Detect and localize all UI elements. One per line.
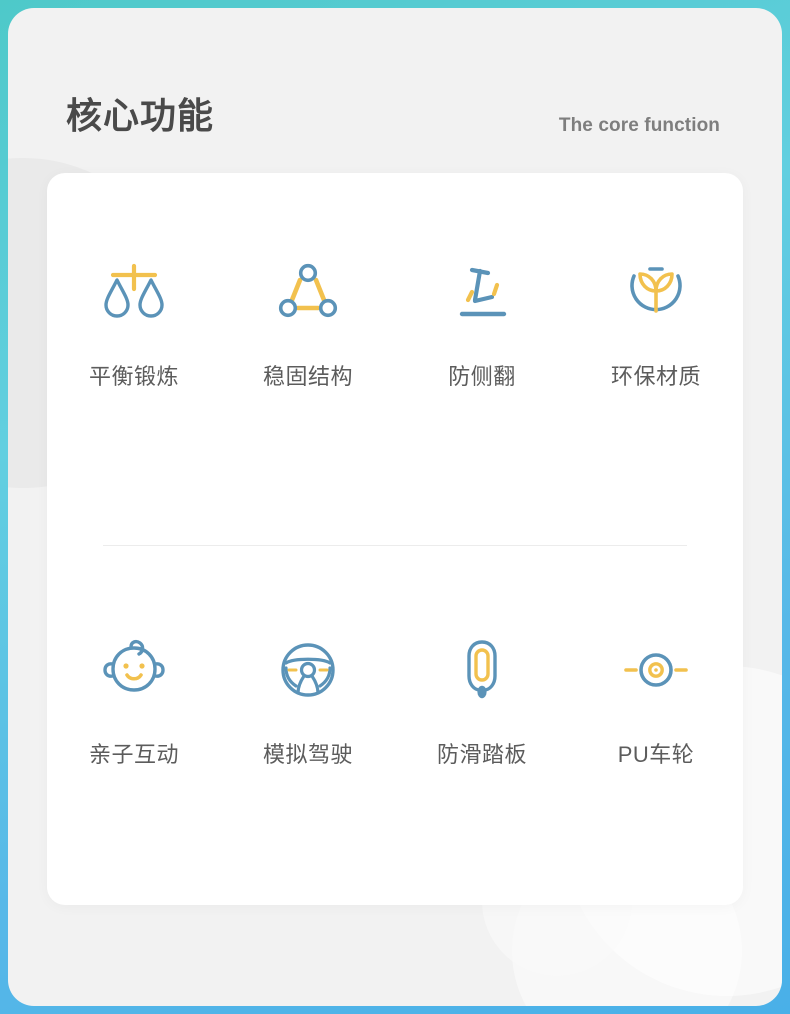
feature-divider [103, 545, 687, 546]
page-header: 核心功能 The core function [8, 8, 782, 173]
feature-item-anti-rollover[interactable]: 防侧翻 [395, 253, 569, 391]
feature-row-2: 亲子互动 模拟驾驶 防滑踏板 PU车轮 [47, 631, 743, 769]
feature-label: 防滑踏板 [436, 742, 527, 767]
feature-label: 平衡锻炼 [88, 364, 179, 389]
feature-item-simulated-driving[interactable]: 模拟驾驶 [221, 631, 395, 769]
balance-scale-icon [95, 253, 173, 331]
feature-item-balance[interactable]: 平衡锻炼 [47, 253, 221, 391]
feature-label: 稳固结构 [262, 364, 353, 389]
feature-card: 平衡锻炼 稳固结构 防侧翻 环保材质 亲子互动 模拟驾驶 防滑踏板 PU车轮 [47, 173, 743, 905]
feature-item-anti-slip-pedal[interactable]: 防滑踏板 [395, 631, 569, 769]
page-panel: 核心功能 The core function 平衡锻炼 稳固结构 防侧翻 环保材… [8, 8, 782, 1006]
triangle-structure-icon [269, 253, 347, 331]
feature-label: 亲子互动 [88, 742, 179, 767]
eco-sprout-icon [617, 253, 695, 331]
steering-wheel-icon [269, 631, 347, 709]
baby-face-icon [95, 631, 173, 709]
feature-item-pu-wheel[interactable]: PU车轮 [569, 631, 743, 769]
page-subtitle: The core function [558, 115, 720, 136]
feature-item-parent-child[interactable]: 亲子互动 [47, 631, 221, 769]
page-title: 核心功能 [66, 95, 215, 136]
anti-slip-pedal-icon [443, 631, 521, 709]
feature-label: PU车轮 [617, 742, 695, 767]
feature-row-1: 平衡锻炼 稳固结构 防侧翻 环保材质 [47, 253, 743, 391]
feature-label: 防侧翻 [448, 364, 516, 389]
feature-item-structure[interactable]: 稳固结构 [221, 253, 395, 391]
pu-wheel-icon [617, 631, 695, 709]
feature-item-eco-material[interactable]: 环保材质 [569, 253, 743, 391]
feature-label: 环保材质 [610, 364, 701, 389]
feature-label: 模拟驾驶 [262, 742, 353, 767]
anti-rollover-icon [443, 253, 521, 331]
